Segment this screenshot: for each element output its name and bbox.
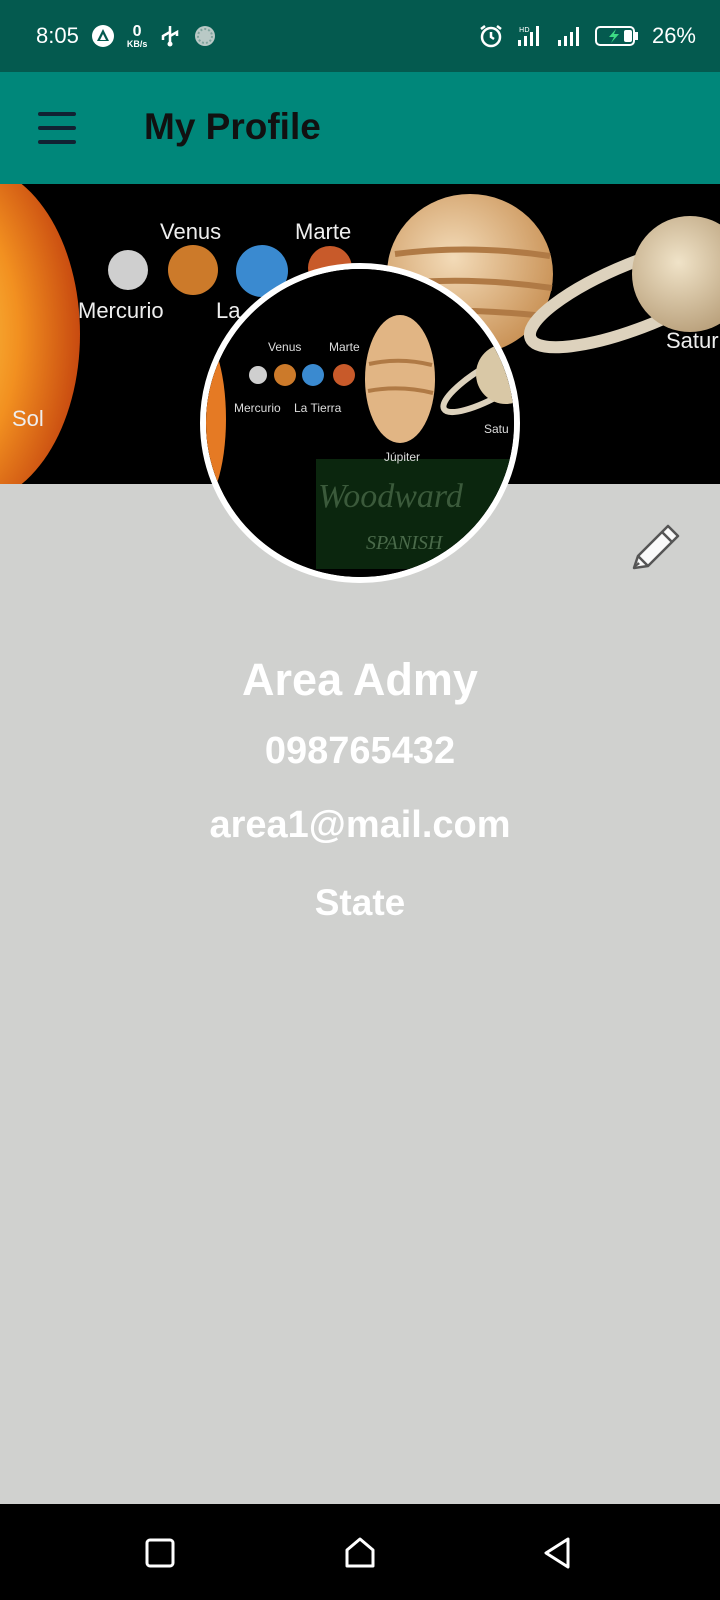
page-title: My Profile (144, 106, 321, 147)
recents-square-icon[interactable] (143, 1536, 177, 1570)
home-icon[interactable] (343, 1536, 377, 1570)
saturn-shape (632, 216, 720, 332)
pencil-icon (626, 524, 686, 582)
avatar-label-venus: Venus (268, 340, 301, 354)
avatar-label-woodward: Woodward (318, 478, 464, 515)
mercury-shape (108, 250, 148, 290)
vpn-icon (91, 24, 115, 48)
banner-label-venus: Venus (160, 219, 221, 244)
profile-state: State (314, 882, 406, 923)
avatar-label-jupiter: Júpiter (384, 450, 420, 464)
svg-text:HD: HD (519, 26, 530, 34)
app-bar: My Profile (0, 72, 720, 184)
sun-shape (0, 184, 80, 484)
edit-profile-button[interactable] (626, 518, 686, 578)
network-speed-value: 0 (132, 22, 142, 40)
banner-label-marte: Marte (295, 219, 351, 244)
profile-name: Area Admy (242, 654, 478, 705)
avatar-label-spanish: SPANISH (366, 532, 444, 554)
usb-icon (159, 24, 181, 48)
battery-percent: 26% (651, 23, 696, 48)
hamburger-menu-icon[interactable] (38, 112, 76, 144)
hd-signal-icon: HD (516, 24, 544, 48)
banner-label-sol: Sol (12, 406, 44, 431)
avatar[interactable]: Venus Marte Mercurio La Tierra Júpiter S… (200, 263, 520, 583)
avatar-label-marte: Marte (329, 340, 360, 354)
network-speed: 0 KB/s (126, 22, 148, 49)
avatar-label-mercurio: Mercurio (234, 401, 281, 415)
sync-icon (193, 24, 217, 48)
alarm-icon (478, 23, 504, 49)
banner-label-saturno: Satur (666, 328, 719, 353)
status-time: 8:05 (36, 23, 79, 48)
network-speed-unit: KB/s (126, 38, 148, 49)
profile-phone: 098765432 (264, 730, 456, 772)
venus-shape (168, 245, 218, 295)
navigation-bar (0, 1504, 720, 1600)
signal-icon (556, 24, 582, 48)
avatar-label-la-tierra: La Tierra (294, 401, 342, 415)
avatar-label-saturno: Satu (484, 422, 509, 436)
status-bar-right: HD 26% (478, 23, 696, 49)
banner-label-mercurio: Mercurio (78, 298, 164, 323)
profile-info: Area Admy 098765432 area1@mail.com State (0, 650, 720, 928)
battery-charging-icon (594, 24, 640, 48)
back-triangle-icon[interactable] (540, 1536, 574, 1570)
status-bar: 8:05 0 KB/s HD 26% (0, 0, 720, 72)
profile-email: area1@mail.com (209, 804, 511, 846)
status-bar-left: 8:05 0 KB/s (36, 23, 217, 49)
